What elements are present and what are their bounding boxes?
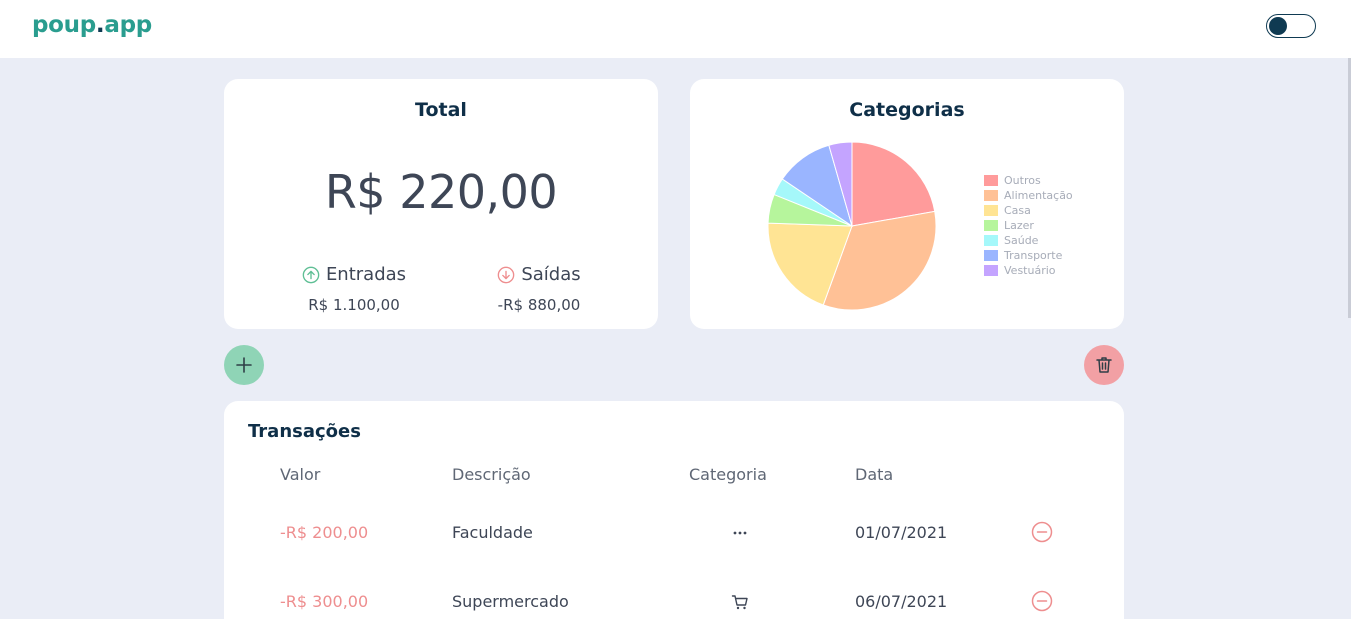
total-title: Total — [415, 99, 467, 121]
legend-swatch — [984, 205, 998, 216]
legend-label: Saúde — [1004, 234, 1039, 247]
incoming-value: R$ 1.100,00 — [308, 295, 400, 314]
legend-label: Transporte — [1004, 249, 1063, 262]
categories-card: Categorias Outros Alimentação Casa Lazer Saú… — [690, 79, 1124, 329]
legend-swatch — [984, 190, 998, 201]
minus-circle-icon — [1031, 590, 1053, 612]
legend-item[interactable]: Alimentação — [984, 188, 1073, 203]
row-value: -R$ 200,00 — [280, 523, 369, 542]
column-header-descricao: Descrição — [452, 465, 531, 484]
legend-swatch — [984, 250, 998, 261]
plus-icon — [236, 357, 252, 373]
trash-icon — [1096, 357, 1112, 373]
legend-label: Lazer — [1004, 219, 1034, 232]
top-bar: poup.app — [0, 0, 1351, 58]
outgoing-value: -R$ 880,00 — [497, 295, 581, 314]
legend-swatch — [984, 220, 998, 231]
outgoing-summary: Saídas -R$ 880,00 — [449, 264, 629, 314]
delete-all-button[interactable] — [1084, 345, 1124, 385]
column-header-valor: Valor — [280, 465, 321, 484]
row-value: -R$ 300,00 — [280, 592, 369, 611]
legend-item[interactable]: Transporte — [984, 248, 1073, 263]
transactions-title: Transações — [248, 421, 361, 442]
categories-title: Categorias — [849, 99, 965, 121]
total-card: Total R$ 220,00 Entradas R$ 1.100,00 Saí… — [224, 79, 658, 329]
row-category — [729, 523, 751, 548]
arrow-down-circle-icon — [498, 266, 515, 283]
chart-legend: Outros Alimentação Casa Lazer Saúde Transport… — [984, 173, 1073, 278]
column-header-data: Data — [855, 465, 894, 484]
pie-chart-svg — [767, 141, 937, 311]
incoming-label: Entradas — [325, 264, 407, 285]
row-category — [729, 592, 751, 617]
table-row: -R$ 300,00 Supermercado 06/07/2021 — [224, 590, 1124, 619]
remove-transaction-button[interactable] — [1031, 590, 1053, 617]
remove-transaction-button[interactable] — [1031, 521, 1053, 548]
legend-item[interactable]: Casa — [984, 203, 1073, 218]
pie-chart — [766, 140, 938, 312]
add-transaction-button[interactable] — [224, 345, 264, 385]
legend-item[interactable]: Outros — [984, 173, 1073, 188]
legend-label: Vestuário — [1004, 264, 1056, 277]
app-logo[interactable]: poup.app — [32, 12, 152, 38]
legend-label: Alimentação — [1004, 189, 1073, 202]
cart-icon — [731, 595, 748, 610]
total-value: R$ 220,00 — [324, 165, 558, 219]
row-description: Faculdade — [452, 523, 533, 542]
legend-label: Outros — [1004, 174, 1041, 187]
outgoing-label: Saídas — [521, 264, 581, 285]
legend-swatch — [984, 265, 998, 276]
toggle-knob — [1269, 17, 1287, 35]
transactions-card: Transações Valor Descrição Categoria Dat… — [224, 401, 1124, 619]
legend-label: Casa — [1004, 204, 1031, 217]
legend-swatch — [984, 235, 998, 246]
arrow-up-circle-icon — [302, 266, 320, 283]
minus-circle-icon — [1031, 521, 1053, 543]
row-date: 01/07/2021 — [855, 523, 948, 542]
legend-item[interactable]: Vestuário — [984, 263, 1073, 278]
legend-item[interactable]: Lazer — [984, 218, 1073, 233]
more-dots-icon — [733, 531, 747, 535]
legend-swatch — [984, 175, 998, 186]
row-date: 06/07/2021 — [855, 592, 948, 611]
row-description: Supermercado — [452, 592, 569, 611]
incoming-summary: Entradas R$ 1.100,00 — [264, 264, 444, 314]
column-header-categoria: Categoria — [689, 465, 767, 484]
table-row: -R$ 200,00 Faculdade 01/07/2021 — [224, 521, 1124, 563]
theme-toggle[interactable] — [1266, 14, 1316, 38]
legend-item[interactable]: Saúde — [984, 233, 1073, 248]
